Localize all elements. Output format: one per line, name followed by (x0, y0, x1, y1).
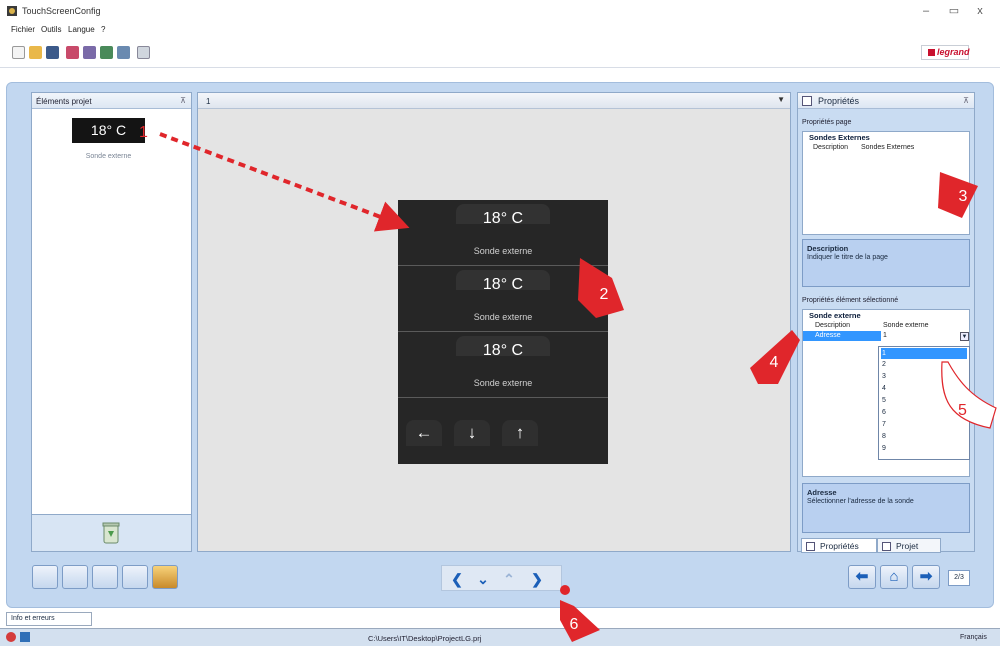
annotation-2: 2 (599, 286, 609, 303)
hand-cursor-icon (941, 361, 997, 429)
annotation-3: 3 (958, 188, 968, 205)
annotation-6: 6 (569, 616, 579, 633)
annotation-4: 4 (769, 354, 779, 371)
annotation-1: 1 (139, 124, 148, 141)
annotation-5: 5 (958, 402, 967, 419)
annotation-overlay (159, 132, 997, 642)
drag-arrow (159, 132, 410, 232)
callout-marker (560, 585, 570, 595)
